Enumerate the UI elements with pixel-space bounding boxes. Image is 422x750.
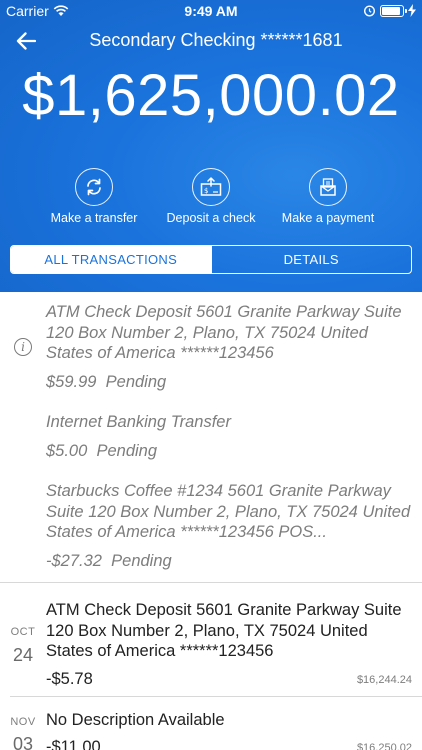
transaction-amount: $5.00 — [46, 441, 88, 460]
payment-icon — [320, 178, 336, 196]
charging-icon — [408, 4, 416, 17]
section-divider — [0, 582, 422, 583]
pending-transaction[interactable]: Internet Banking Transfer $5.00 Pending — [46, 412, 416, 461]
transaction-status: Pending — [96, 441, 158, 460]
transaction-description: ATM Check Deposit 5601 Granite Parkway S… — [46, 303, 402, 362]
quick-actions: Make a transfer $ Deposit a check Make a… — [0, 168, 422, 228]
transaction-description: No Description Available — [46, 711, 225, 729]
transaction-amount-row: $59.99 Pending — [46, 372, 416, 392]
navigation-bar: Secondary Checking ******1681 — [0, 26, 422, 56]
account-title: Secondary Checking ******1681 — [89, 30, 343, 50]
running-balance: $16,250.02 — [356, 742, 412, 750]
status-right-icons — [363, 4, 416, 17]
transaction-day: 24 — [12, 645, 34, 665]
pending-transaction[interactable]: Starbucks Coffee #1234 5601 Granite Park… — [46, 481, 416, 571]
battery-icon — [380, 4, 407, 17]
pending-transaction[interactable]: ATM Check Deposit 5601 Granite Parkway S… — [46, 302, 416, 392]
transaction-description: ATM Check Deposit 5601 Granite Parkway S… — [46, 601, 402, 660]
make-payment-button[interactable]: Make a payment — [263, 168, 393, 225]
make-payment-label: Make a payment — [281, 211, 375, 225]
back-button[interactable] — [12, 28, 40, 54]
action-circle — [75, 168, 113, 206]
transaction-amount: -$11.00 — [46, 738, 101, 750]
transfer-icon — [87, 178, 101, 196]
action-circle: $ — [192, 168, 230, 206]
account-header: Carrier 9:49 AM Secondary Checking *****… — [0, 0, 422, 292]
deposit-check-button[interactable]: $ Deposit a check — [146, 168, 276, 225]
make-transfer-label: Make a transfer — [50, 211, 138, 225]
battery-level — [382, 6, 400, 15]
transaction-amount-row: -$27.32 Pending — [46, 551, 416, 571]
account-balance: $1,625,000.02 — [22, 63, 400, 128]
transaction-month: NOV — [10, 716, 36, 728]
transaction-amount-row: $5.00 Pending — [46, 441, 416, 461]
transaction-description: Starbucks Coffee #1234 5601 Granite Park… — [46, 482, 411, 541]
transaction-list: i ATM Check Deposit 5601 Granite Parkway… — [0, 292, 422, 750]
deposit-check-icon: $ — [200, 177, 222, 196]
alarm-icon — [363, 5, 376, 17]
transaction-description: Internet Banking Transfer — [46, 413, 231, 431]
make-transfer-button[interactable]: Make a transfer — [29, 168, 159, 225]
transactions-tab-bar: ALL TRANSACTIONS DETAILS — [10, 245, 412, 274]
transaction-amount: $59.99 — [46, 372, 97, 391]
transaction-status: Pending — [111, 551, 172, 570]
tab-details[interactable]: DETAILS — [210, 246, 412, 273]
transaction-status: Pending — [105, 372, 167, 391]
status-time: 9:49 AM — [184, 3, 238, 19]
transaction-amount: -$27.32 — [46, 551, 102, 570]
deposit-check-label: Deposit a check — [166, 211, 256, 225]
action-circle — [309, 168, 347, 206]
posted-transaction[interactable]: OCT 24 ATM Check Deposit 5601 Granite Pa… — [0, 600, 422, 696]
tab-all-transactions[interactable]: ALL TRANSACTIONS — [11, 246, 211, 273]
running-balance: $16,244.24 — [356, 674, 412, 686]
transaction-amount: -$5.78 — [46, 670, 93, 688]
info-icon[interactable]: i — [14, 338, 32, 356]
transaction-day: 03 — [12, 734, 34, 750]
posted-transaction[interactable]: NOV 03 No Description Available -$11.00 … — [0, 710, 422, 750]
row-divider — [10, 696, 422, 697]
status-bar: Carrier 9:49 AM — [0, 0, 422, 22]
transaction-month: OCT — [10, 626, 36, 638]
back-arrow-icon — [16, 32, 36, 50]
svg-text:$: $ — [204, 187, 208, 195]
